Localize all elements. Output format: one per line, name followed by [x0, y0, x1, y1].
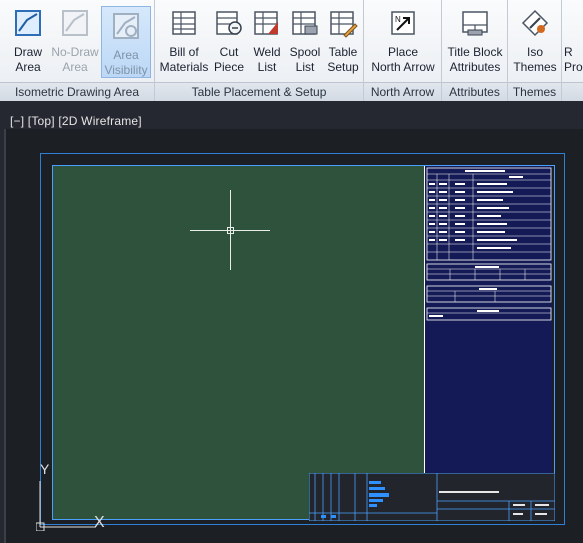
panel-partial: R Pro [562, 0, 583, 101]
draw-area-label-2: Area [15, 60, 41, 74]
panel-title-north: North Arrow [364, 82, 441, 101]
spool-list-label-2: List [295, 60, 315, 74]
panel-isometric-drawing-area: Draw Area No-Draw Area Area Visibility Isom… [0, 0, 155, 101]
bom-label-1: Bill of [169, 45, 199, 59]
table-setup-button[interactable]: Table Setup [324, 4, 362, 80]
viewport-controls-label[interactable]: [−] [Top] [2D Wireframe] [10, 114, 142, 128]
area-visibility-icon [113, 13, 139, 39]
spool-list-icon [292, 11, 318, 35]
weld-list-button[interactable]: Weld List [248, 4, 286, 80]
area-visibility-label-2: Visibility [104, 63, 148, 77]
isometric-draw-area[interactable] [53, 166, 424, 519]
table-setup-icon [330, 11, 358, 38]
panel-table-placement-setup: Bill of Materials Cut Piece Weld List Sp… [155, 0, 364, 101]
panel-title-isometric: Isometric Drawing Area [0, 82, 154, 101]
panel-title-themes: Themes [508, 82, 561, 101]
panel-themes: Iso Themes Themes [508, 0, 562, 101]
cut-piece-button[interactable]: Cut Piece [210, 4, 248, 80]
place-north-arrow-button[interactable]: N Place North Arrow [366, 4, 440, 80]
iso-themes-label-1: Iso [526, 45, 543, 59]
cut-piece-label-2: Piece [213, 60, 245, 74]
title-block-attributes-button[interactable]: Title Block Attributes [444, 4, 506, 80]
weld-list-icon [254, 11, 278, 35]
no-draw-area-icon [62, 10, 88, 36]
cut-piece-icon [216, 11, 242, 35]
weld-list-label-1: Weld [253, 45, 281, 59]
bill-of-materials-icon [172, 11, 196, 35]
drawing-viewport[interactable]: [−] [Top] [2D Wireframe] Y X [0, 101, 583, 543]
table-setup-label-2: Setup [327, 60, 359, 74]
draw-area-label-1: Draw [13, 45, 42, 59]
panel-title-table: Table Placement & Setup [155, 82, 363, 101]
ucs-x-label: X [94, 514, 105, 531]
title-block [309, 473, 555, 521]
title-block-label-2: Attributes [449, 60, 501, 74]
table-area[interactable] [424, 166, 552, 476]
svg-text:N: N [395, 15, 401, 24]
cursor-pickbox [227, 227, 234, 234]
cut-piece-label-1: Cut [219, 45, 239, 59]
partial-label-1: R [564, 45, 573, 59]
no-draw-area-label-2: Area [62, 60, 88, 74]
iso-themes-icon [521, 9, 549, 37]
iso-themes-label-2: Themes [513, 60, 557, 74]
area-visibility-button[interactable]: Area Visibility [101, 6, 151, 78]
no-draw-area-label-1: No-Draw [51, 45, 99, 59]
weld-list-label-2: List [257, 60, 277, 74]
panel-attributes: Title Block Attributes Attributes [442, 0, 508, 101]
north-arrow-label-1: Place [387, 45, 419, 59]
title-block-label-1: Title Block [447, 45, 503, 59]
tables-graphic [426, 167, 552, 321]
bill-of-materials-button[interactable]: Bill of Materials [158, 4, 210, 80]
bom-label-2: Materials [159, 60, 209, 74]
iso-themes-button[interactable]: Iso Themes [510, 4, 560, 80]
partial-tool-button[interactable]: R Pro [564, 4, 583, 80]
spool-list-button[interactable]: Spool List [286, 4, 324, 80]
partial-label-2: Pro [564, 60, 583, 74]
panel-title-partial [562, 82, 583, 101]
panel-north-arrow: N Place North Arrow North Arrow [364, 0, 442, 101]
draw-area-button[interactable]: Draw Area [5, 4, 51, 80]
table-setup-label-1: Table [328, 45, 358, 59]
no-draw-area-button[interactable]: No-Draw Area [48, 4, 102, 80]
area-visibility-label-1: Area [113, 48, 139, 62]
draw-area-icon [15, 10, 41, 36]
north-arrow-label-2: North Arrow [371, 60, 435, 74]
north-arrow-icon: N [391, 11, 415, 35]
panel-title-attributes: Attributes [442, 82, 507, 101]
title-block-attributes-icon [462, 11, 488, 36]
ribbon: Draw Area No-Draw Area Area Visibility Isom… [0, 0, 583, 101]
spool-list-label-1: Spool [289, 45, 321, 59]
ucs-y-label: Y [40, 461, 50, 477]
